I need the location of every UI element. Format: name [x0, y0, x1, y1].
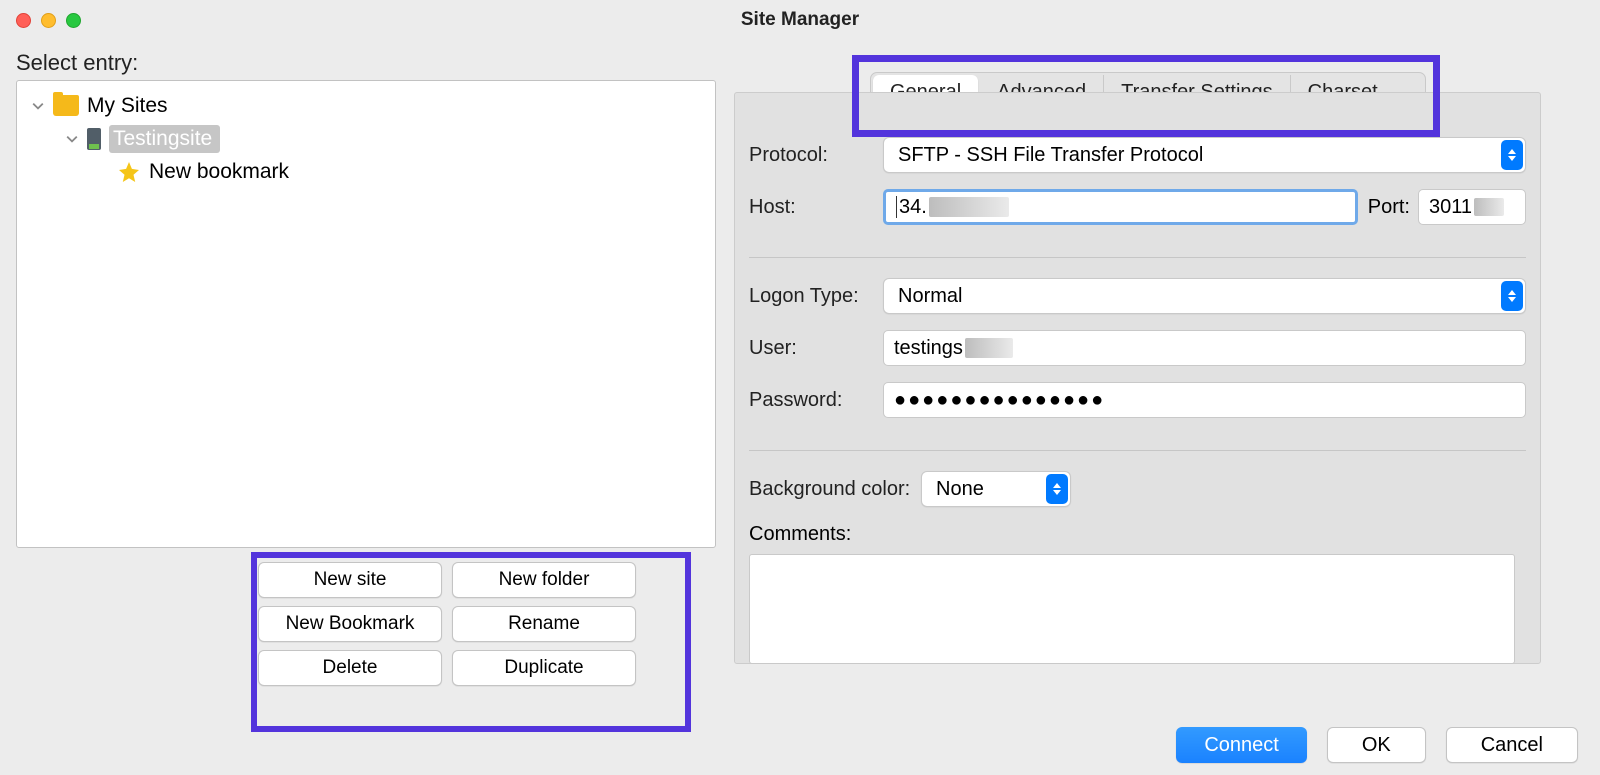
star-icon: [117, 160, 141, 184]
host-value: 34.: [899, 196, 927, 219]
background-color-select[interactable]: None: [921, 471, 1071, 507]
window-controls: [16, 13, 81, 28]
divider: [749, 257, 1526, 258]
password-input[interactable]: ●●●●●●●●●●●●●●●: [883, 382, 1526, 418]
logon-type-label: Logon Type:: [749, 285, 883, 308]
redacted-content: [1474, 198, 1504, 216]
select-arrows-icon: [1501, 281, 1523, 311]
password-value: ●●●●●●●●●●●●●●●: [894, 389, 1105, 412]
tree-root-label[interactable]: My Sites: [87, 94, 168, 118]
annotation-highlight: [852, 55, 1440, 137]
protocol-value: SFTP - SSH File Transfer Protocol: [898, 144, 1203, 167]
titlebar: Site Manager: [0, 0, 1600, 40]
annotation-highlight: [251, 552, 691, 732]
redacted-content: [965, 338, 1013, 358]
port-label: Port:: [1368, 196, 1410, 219]
password-label: Password:: [749, 389, 883, 412]
site-tree[interactable]: My Sites Testingsite New bookmark: [16, 80, 716, 548]
user-value: testings: [894, 337, 963, 360]
port-input[interactable]: 3011: [1418, 189, 1526, 225]
cancel-button[interactable]: Cancel: [1446, 727, 1578, 763]
chevron-down-icon[interactable]: [57, 133, 87, 145]
user-label: User:: [749, 337, 883, 360]
chevron-down-icon[interactable]: [23, 100, 53, 112]
tree-bookmark-label[interactable]: New bookmark: [149, 160, 289, 184]
logon-type-select[interactable]: Normal: [883, 278, 1526, 314]
user-input[interactable]: testings: [883, 330, 1526, 366]
ok-button[interactable]: OK: [1327, 727, 1426, 763]
protocol-label: Protocol:: [749, 144, 883, 167]
comments-textarea[interactable]: [749, 554, 1515, 664]
general-panel: Protocol: SFTP - SSH File Transfer Proto…: [734, 92, 1541, 664]
connect-button[interactable]: Connect: [1176, 727, 1307, 763]
comments-label: Comments:: [749, 523, 1526, 546]
logon-type-value: Normal: [898, 285, 962, 308]
port-value: 3011: [1429, 196, 1472, 219]
close-icon[interactable]: [16, 13, 31, 28]
background-color-value: None: [936, 478, 984, 501]
host-input[interactable]: 34.: [883, 189, 1358, 225]
window-title: Site Manager: [741, 9, 859, 31]
tree-site-selected[interactable]: Testingsite: [109, 125, 220, 153]
select-arrows-icon: [1046, 474, 1068, 504]
minimize-icon[interactable]: [41, 13, 56, 28]
server-icon: [87, 128, 101, 150]
host-label: Host:: [749, 196, 883, 219]
background-color-label: Background color:: [749, 478, 921, 501]
protocol-select[interactable]: SFTP - SSH File Transfer Protocol: [883, 137, 1526, 173]
fullscreen-icon[interactable]: [66, 13, 81, 28]
redacted-content: [929, 197, 1009, 217]
divider: [749, 450, 1526, 451]
select-arrows-icon: [1501, 140, 1523, 170]
footer-buttons: Connect OK Cancel: [1176, 727, 1578, 763]
folder-icon: [53, 95, 79, 116]
